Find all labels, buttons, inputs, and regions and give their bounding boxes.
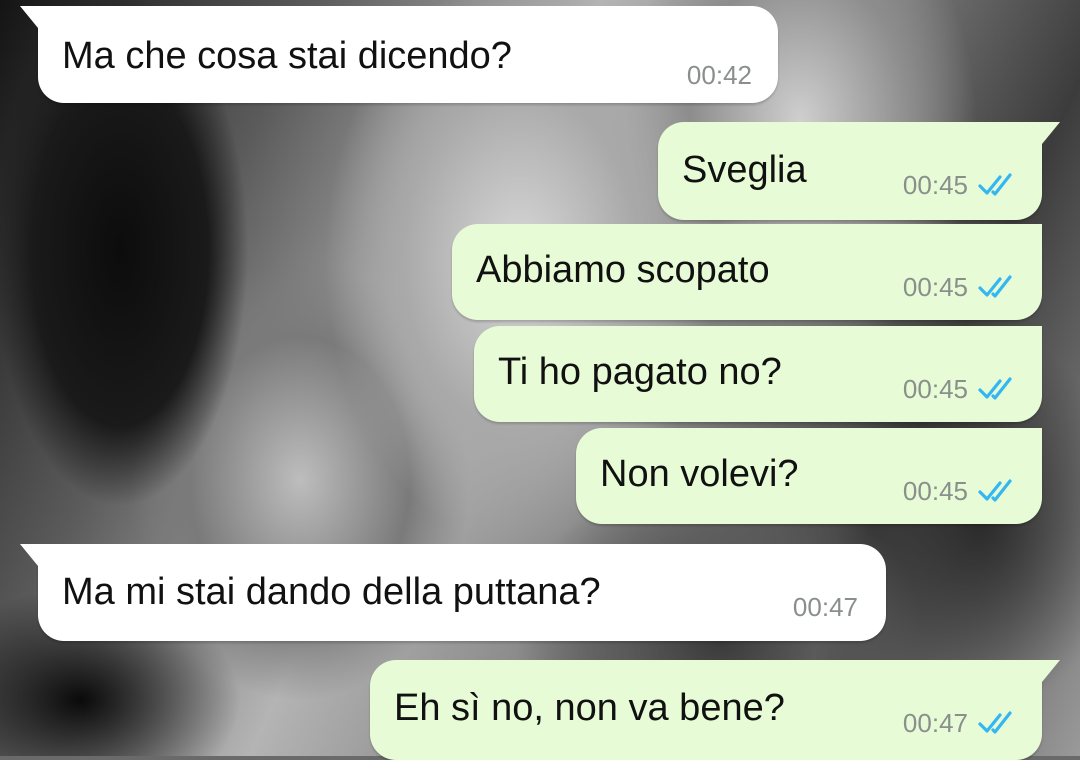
message-bubble-outgoing[interactable]: Sveglia 00:45 — [658, 122, 1060, 220]
message-bubble-outgoing[interactable]: Ti ho pagato no? 00:45 — [474, 326, 1042, 422]
message-list[interactable]: Ma che cosa stai dicendo? 00:42 Sveglia … — [0, 0, 1080, 760]
message-bubble-outgoing[interactable]: Non volevi? 00:45 — [576, 428, 1042, 524]
message-text: Eh sì no, non va bene? — [394, 687, 785, 729]
message-timestamp: 00:45 — [902, 476, 968, 506]
message-meta: 00:45 — [903, 170, 1020, 200]
message-text: Ma che cosa stai dicendo? — [62, 35, 512, 77]
message-text: Ma mi stai dando della puttana? — [62, 571, 601, 613]
message-meta: 00:47 — [903, 708, 1020, 738]
message-text: Non volevi? — [600, 453, 799, 495]
message-timestamp: 00:47 — [902, 708, 968, 738]
message-timestamp: 00:45 — [902, 272, 968, 302]
double-check-icon — [978, 377, 1012, 400]
double-check-icon — [978, 479, 1012, 502]
message-text: Sveglia — [682, 149, 807, 191]
message-meta: 00:45 — [903, 476, 1020, 506]
message-timestamp: 00:42 — [686, 60, 752, 90]
message-bubble-incoming[interactable]: Ma mi stai dando della puttana? 00:47 — [20, 544, 886, 641]
message-timestamp: 00:45 — [902, 374, 968, 404]
double-check-icon — [978, 275, 1012, 298]
message-meta: 00:45 — [903, 374, 1020, 404]
double-check-icon — [978, 711, 1012, 734]
message-bubble-outgoing[interactable]: Abbiamo scopato 00:45 — [452, 224, 1042, 320]
message-text: Ti ho pagato no? — [498, 351, 782, 393]
message-bubble-incoming[interactable]: Ma che cosa stai dicendo? 00:42 — [20, 6, 778, 103]
message-bubble-outgoing[interactable]: Eh sì no, non va bene? 00:47 — [370, 660, 1060, 760]
message-meta: 00:45 — [903, 272, 1020, 302]
double-check-icon — [978, 173, 1012, 196]
message-text: Abbiamo scopato — [476, 249, 770, 291]
message-timestamp: 00:47 — [792, 592, 858, 622]
message-timestamp: 00:45 — [902, 170, 968, 200]
